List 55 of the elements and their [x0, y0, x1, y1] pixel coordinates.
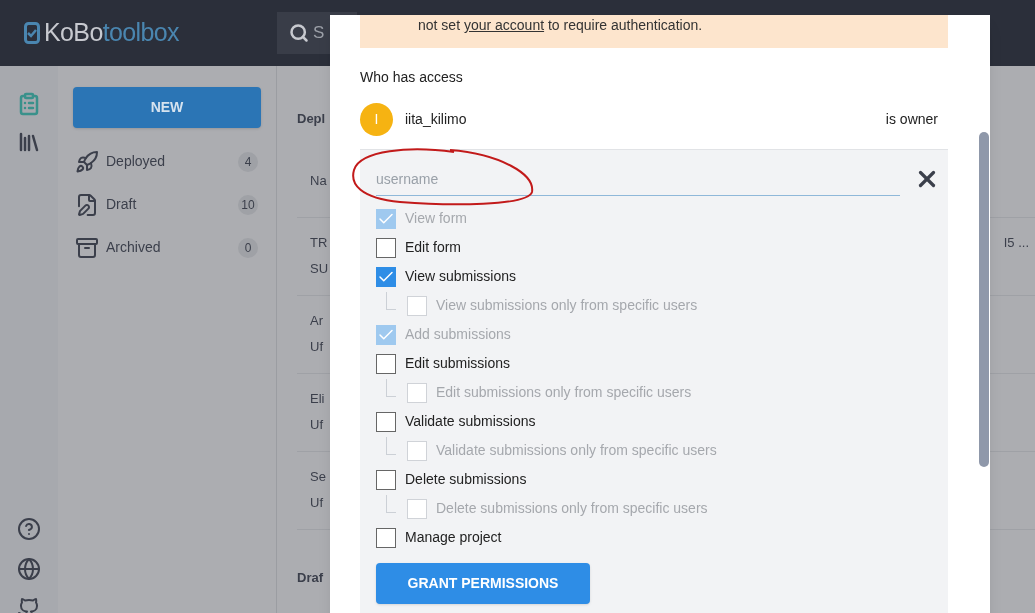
sidebar-item[interactable]: Deployed — [106, 151, 166, 172]
checkbox[interactable] — [376, 469, 396, 490]
permission-label: View submissions only from specific users — [436, 296, 698, 315]
count-badge: 4 — [238, 151, 258, 172]
checkbox[interactable] — [376, 527, 396, 548]
new-button[interactable]: NEW — [73, 87, 261, 128]
avatar: I — [360, 102, 393, 136]
logo-icon — [24, 22, 40, 44]
row-text: Se — [310, 468, 326, 486]
sidebar-item[interactable]: Draft — [106, 194, 137, 215]
row-text: SU — [310, 259, 329, 278]
permission-label: View submissions — [405, 267, 516, 286]
permission-label: Validate submissions — [405, 412, 536, 431]
notice-text: not set your account to require authentication. — [418, 16, 703, 35]
permission-label: Delete submissions — [405, 470, 527, 489]
books-icon[interactable] — [17, 130, 41, 154]
row-text: TR — [310, 234, 329, 252]
checkbox[interactable] — [376, 237, 396, 258]
permission-label: Add submissions — [405, 325, 511, 344]
section-heading: Who has access — [360, 68, 464, 87]
permission-label: Manage project — [405, 528, 502, 547]
section-title: Depl — [297, 110, 326, 128]
rocket-icon — [75, 149, 99, 174]
permission-label: Edit submissions — [405, 354, 511, 373]
column-header: Na — [310, 172, 327, 190]
grant-permissions-button[interactable]: GRANT PERMISSIONS — [376, 563, 590, 604]
permission-label: Edit submissions only from specific users — [436, 383, 692, 402]
section-title: Draf — [297, 569, 323, 587]
archive-box-icon — [75, 235, 99, 260]
permission-label: Edit form — [405, 238, 461, 257]
permission-label: View form — [405, 209, 467, 228]
user-name: iita_kilimo — [405, 109, 467, 129]
search-icon — [289, 23, 309, 43]
logo-text: KoBotoolbox — [44, 17, 179, 49]
checkbox[interactable] — [376, 353, 396, 374]
username-field[interactable]: username — [376, 162, 900, 196]
help-icon[interactable] — [17, 517, 41, 541]
row-text: Uf — [310, 415, 324, 434]
checkbox[interactable] — [376, 266, 396, 287]
row-text: I5 ... — [1003, 234, 1029, 252]
row-text: Eli — [310, 390, 325, 408]
document-pen-icon — [75, 192, 99, 217]
permission-label: Validate submissions only from specific users — [436, 441, 717, 460]
sidebar-item[interactable]: Archived — [106, 237, 161, 258]
count-badge: 10 — [238, 194, 258, 215]
row-text: Uf — [310, 337, 323, 356]
globe-icon[interactable] — [17, 557, 41, 581]
checkbox[interactable] — [376, 411, 396, 432]
user-role: is owner — [885, 109, 938, 129]
permission-label: Delete submissions only from specific users — [436, 499, 708, 518]
account-link[interactable]: your account — [463, 17, 545, 33]
row-text: Ar — [310, 312, 323, 330]
count-badge: 0 — [238, 237, 258, 258]
row-text: Uf — [310, 493, 324, 512]
clipboard-icon[interactable] — [17, 92, 41, 116]
